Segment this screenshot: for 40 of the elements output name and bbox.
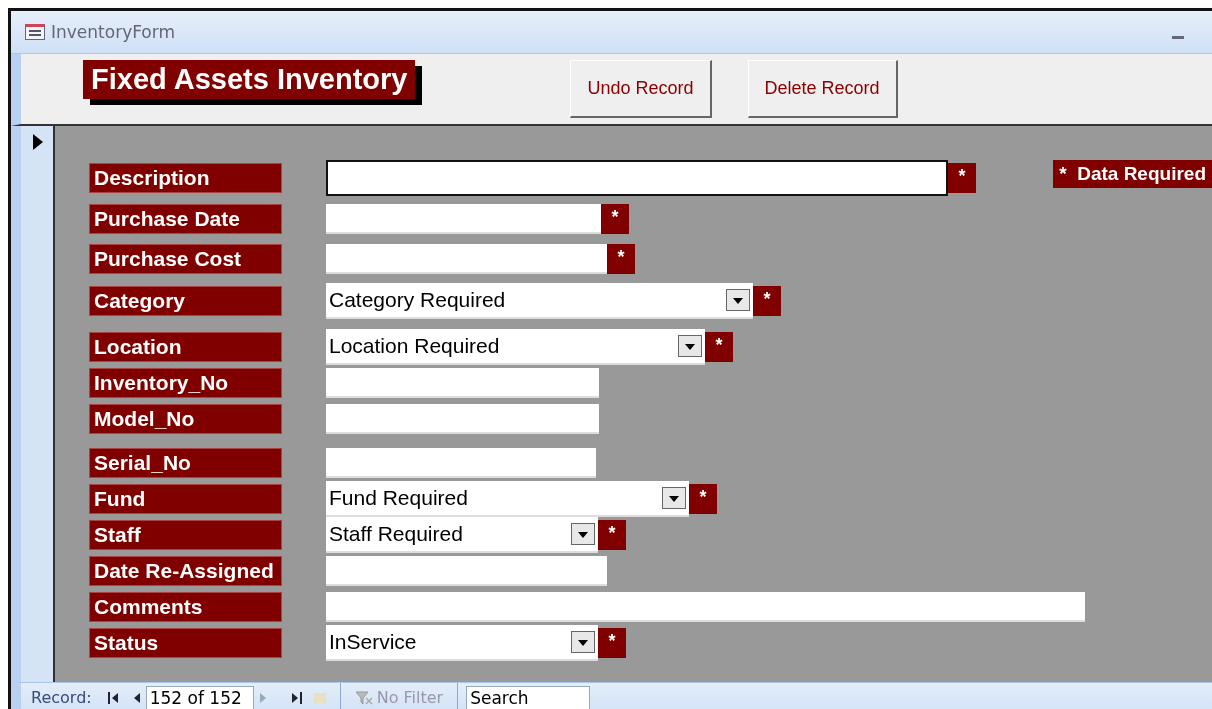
record-button[interactable]: Delete Record: [747, 60, 898, 118]
record-number-field[interactable]: 152 of 152: [145, 685, 254, 709]
record-button[interactable]: Undo Record: [570, 60, 712, 118]
required-marker: *: [598, 628, 626, 658]
field-label: Status: [89, 628, 282, 658]
required-marker: *: [689, 484, 717, 514]
input-field[interactable]: [326, 160, 948, 196]
filter-icon: [354, 689, 373, 706]
dropdown-field[interactable]: Location Required: [326, 329, 705, 365]
dropdown-field[interactable]: Staff Required: [326, 517, 598, 553]
window-title: InventoryForm: [51, 22, 176, 42]
field-label: Staff: [89, 520, 282, 550]
required-marker: *: [948, 163, 976, 193]
field-label: Serial_No: [89, 448, 282, 478]
field-label: Purchase Date: [89, 204, 282, 234]
required-legend: * Data Required: [1053, 160, 1212, 188]
required-marker: *: [753, 286, 781, 316]
field-label: Date Re-Assigned: [89, 556, 282, 586]
required-marker: *: [598, 520, 626, 550]
form-icon: [25, 24, 45, 40]
field-label: Comments: [89, 592, 282, 622]
record-label: Record:: [31, 688, 92, 707]
minimize-icon[interactable]: [1172, 35, 1184, 39]
field-label: Location: [89, 332, 282, 362]
field-label: Description: [89, 163, 282, 193]
last-record-icon[interactable]: [291, 691, 302, 704]
dropdown-field[interactable]: Fund Required: [326, 481, 689, 517]
required-marker: *: [607, 244, 635, 274]
field-label: Category: [89, 286, 282, 316]
field-label: Purchase Cost: [89, 244, 282, 274]
field-label: Fund: [89, 484, 282, 514]
field-label: Model_No: [89, 404, 282, 434]
required-marker: *: [705, 332, 733, 362]
record-selector-icon: [33, 134, 43, 150]
required-marker: *: [601, 204, 629, 234]
first-record-icon[interactable]: [107, 691, 118, 704]
dropdown-field[interactable]: Category Required: [326, 283, 753, 319]
dropdown-field[interactable]: InService: [326, 625, 598, 661]
field-label: Inventory_No: [89, 368, 282, 398]
search-field[interactable]: Search: [466, 685, 591, 709]
